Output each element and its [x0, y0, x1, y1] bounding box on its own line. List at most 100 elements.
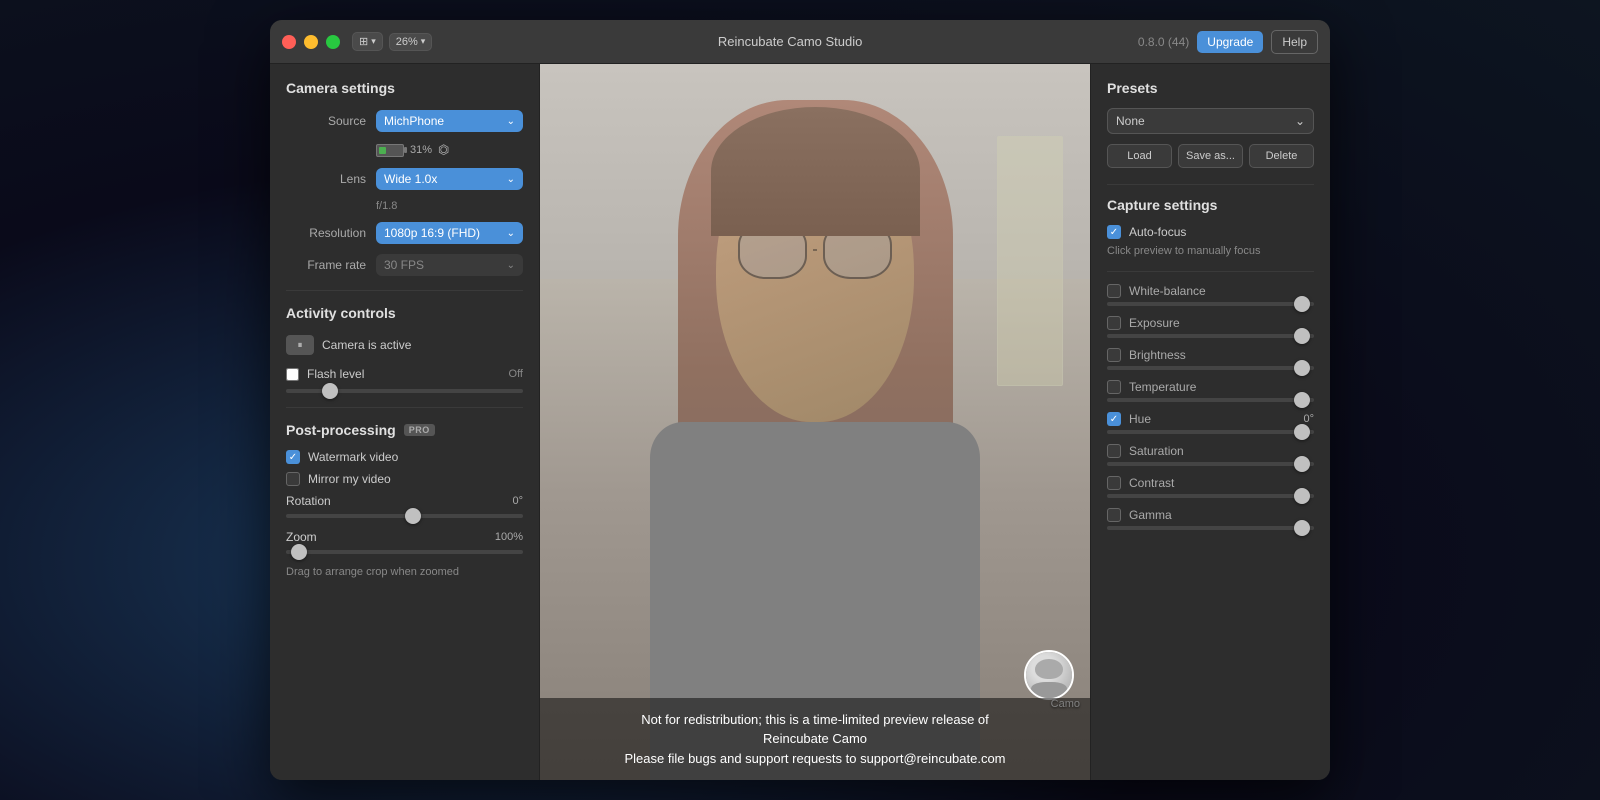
autofocus-row: Auto-focus [1107, 225, 1314, 239]
white-balance-slider [1107, 302, 1314, 306]
resolution-value: 1080p 16:9 (FHD) [384, 226, 480, 240]
usb-icon: ⏣ [438, 142, 449, 158]
white-balance-checkbox[interactable] [1107, 284, 1121, 298]
brightness-slider [1107, 366, 1314, 370]
gamma-label: Gamma [1129, 508, 1314, 522]
source-label: Source [286, 114, 366, 128]
contrast-slider [1107, 494, 1314, 498]
zoom-label: 26% [396, 36, 418, 48]
camera-active-text: Camera is active [322, 338, 411, 352]
hue-slider [1107, 430, 1314, 434]
gamma-checkbox[interactable] [1107, 508, 1121, 522]
autofocus-checkbox[interactable] [1107, 225, 1121, 239]
app-window: ⊞ ▾ 26% ▾ Reincubate Camo Studio 0.8.0 (… [270, 20, 1330, 780]
zoom-val: 100% [495, 531, 523, 543]
load-button[interactable]: Load [1107, 144, 1172, 168]
camo-avatar [1024, 650, 1074, 700]
flash-level-label: Flash level [307, 367, 364, 381]
chevron-down-icon: ⌄ [507, 116, 515, 127]
version-text: 0.8.0 (44) [1138, 35, 1189, 49]
zoom-row: Zoom 100% [286, 530, 523, 544]
brightness-row: Brightness [1107, 348, 1314, 362]
post-processing-title: Post-processing [286, 422, 396, 438]
divider-2 [286, 407, 523, 408]
contrast-thumb[interactable] [1294, 488, 1310, 504]
temperature-slider [1107, 398, 1314, 402]
close-button[interactable] [282, 35, 296, 49]
exposure-thumb[interactable] [1294, 328, 1310, 344]
contrast-label: Contrast [1129, 476, 1314, 490]
gamma-row: Gamma [1107, 508, 1314, 522]
post-processing-row: Post-processing PRO [286, 422, 523, 438]
rotation-label: Rotation [286, 494, 331, 508]
brightness-checkbox[interactable] [1107, 348, 1121, 362]
brightness-thumb[interactable] [1294, 360, 1310, 376]
hue-thumb[interactable] [1294, 424, 1310, 440]
white-balance-thumb[interactable] [1294, 296, 1310, 312]
camera-active-row: ⏸ Camera is active [286, 335, 523, 355]
flash-level-checkbox[interactable] [286, 368, 299, 381]
lens-row: Lens Wide 1.0x ⌄ [286, 168, 523, 190]
preview-area[interactable]: Camo Not for redistribution; this is a t… [540, 64, 1090, 780]
grid-icon: ⊞ [359, 35, 368, 48]
temperature-checkbox[interactable] [1107, 380, 1121, 394]
chevron-down-icon: ⌄ [1295, 114, 1305, 128]
left-panel: Camera settings Source MichPhone ⌄ 31% ⏣… [270, 64, 540, 780]
watermark-row: Watermark video [286, 450, 523, 464]
minimize-button[interactable] [304, 35, 318, 49]
battery-percent: 31% [410, 144, 432, 156]
hue-checkbox[interactable] [1107, 412, 1121, 426]
resolution-select[interactable]: 1080p 16:9 (FHD) ⌄ [376, 222, 523, 244]
lens-select[interactable]: Wide 1.0x ⌄ [376, 168, 523, 190]
frame-rate-label: Frame rate [286, 258, 366, 272]
divider-capture [1107, 271, 1314, 272]
exposure-checkbox[interactable] [1107, 316, 1121, 330]
center-panel: Camo Not for redistribution; this is a t… [540, 64, 1090, 780]
lens-value: Wide 1.0x [384, 172, 437, 186]
hue-row: Hue 0° [1107, 412, 1314, 426]
temperature-label: Temperature [1129, 380, 1314, 394]
camo-avatar-inner [1026, 652, 1072, 698]
pause-button[interactable]: ⏸ [286, 335, 314, 355]
drag-hint: Drag to arrange crop when zoomed [286, 566, 523, 578]
hue-label: Hue [1129, 412, 1295, 426]
temperature-thumb[interactable] [1294, 392, 1310, 408]
mirror-row: Mirror my video [286, 472, 523, 486]
contrast-checkbox[interactable] [1107, 476, 1121, 490]
flash-slider-thumb[interactable] [322, 383, 338, 399]
battery-row: 31% ⏣ [376, 142, 523, 158]
rotation-slider-thumb[interactable] [405, 508, 421, 524]
chevron-down-icon: ⌄ [507, 228, 515, 239]
saturation-thumb[interactable] [1294, 456, 1310, 472]
battery-tip [404, 147, 407, 153]
presets-select[interactable]: None ⌄ [1107, 108, 1314, 134]
chevron-down-icon: ▾ [371, 36, 376, 47]
zoom-slider-thumb[interactable] [291, 544, 307, 560]
frame-rate-select[interactable]: 30 FPS ⌄ [376, 254, 523, 276]
chevron-down-icon: ▾ [421, 36, 426, 47]
camera-view: Camo Not for redistribution; this is a t… [540, 64, 1090, 780]
exposure-slider [1107, 334, 1314, 338]
battery-icon [376, 144, 404, 157]
watermark-checkbox[interactable] [286, 450, 300, 464]
zoom-slider-track [286, 550, 523, 554]
saturation-checkbox[interactable] [1107, 444, 1121, 458]
gamma-thumb[interactable] [1294, 520, 1310, 536]
upgrade-button[interactable]: Upgrade [1197, 31, 1263, 53]
autofocus-hint: Click preview to manually focus [1107, 245, 1314, 257]
presets-none: None [1116, 114, 1145, 128]
hue-val: 0° [1303, 413, 1314, 425]
layout-btn[interactable]: ⊞ ▾ [352, 32, 383, 51]
maximize-button[interactable] [326, 35, 340, 49]
saturation-slider [1107, 462, 1314, 466]
presets-title: Presets [1107, 80, 1314, 96]
help-button[interactable]: Help [1271, 30, 1318, 54]
save-as-button[interactable]: Save as... [1178, 144, 1243, 168]
window-title: Reincubate Camo Studio [442, 34, 1138, 49]
rotation-slider-track [286, 514, 523, 518]
activity-title: Activity controls [286, 305, 523, 321]
mirror-checkbox[interactable] [286, 472, 300, 486]
zoom-btn[interactable]: 26% ▾ [389, 33, 433, 51]
delete-button[interactable]: Delete [1249, 144, 1314, 168]
source-select[interactable]: MichPhone ⌄ [376, 110, 523, 132]
